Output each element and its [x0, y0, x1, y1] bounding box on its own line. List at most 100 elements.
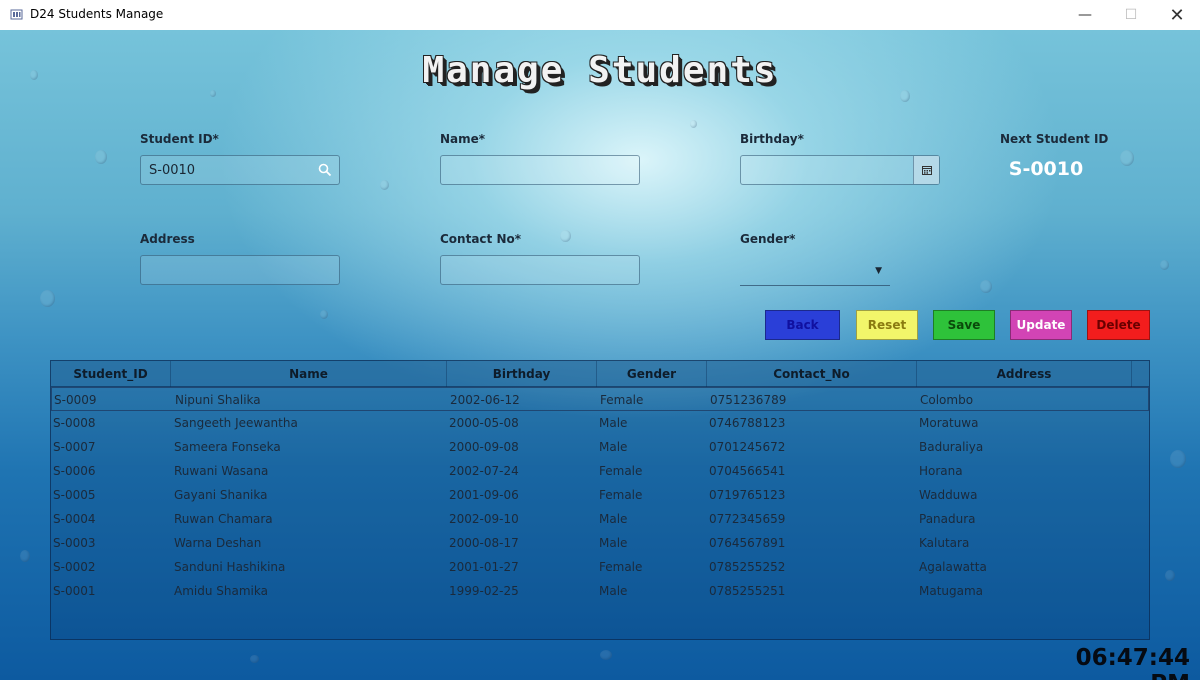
cell-student-id: S-0005: [53, 488, 96, 502]
student-id-label: Student ID*: [140, 132, 219, 146]
gender-combo[interactable]: ▼: [740, 258, 890, 286]
cell-contact-no: 0719765123: [709, 488, 786, 502]
address-field[interactable]: [140, 255, 340, 285]
cell-student-id: S-0001: [53, 584, 96, 598]
cell-name: Amidu Shamika: [174, 584, 268, 598]
column-header-gender[interactable]: Gender: [597, 361, 707, 387]
cell-name: Ruwani Wasana: [174, 464, 269, 478]
cell-gender: Female: [600, 393, 644, 407]
table-row[interactable]: S-0004 Ruwan Chamara 2002-09-10 Male 0772345…: [51, 507, 1149, 531]
save-button[interactable]: Save: [933, 310, 995, 340]
maximize-button[interactable]: ☐: [1108, 0, 1154, 30]
cell-contact-no: 0701245672: [709, 440, 786, 454]
contact-field[interactable]: [440, 255, 640, 285]
column-header-birthday[interactable]: Birthday: [447, 361, 597, 387]
cell-name: Nipuni Shalika: [175, 393, 261, 407]
cell-contact-no: 0764567891: [709, 536, 786, 550]
cell-address: Moratuwa: [919, 416, 979, 430]
cell-birthday: 1999-02-25: [449, 584, 519, 598]
cell-gender: Male: [599, 512, 628, 526]
search-icon[interactable]: [317, 162, 333, 178]
clock: 06:47:44 PM: [1075, 645, 1190, 680]
table-row[interactable]: S-0007 Sameera Fonseka 2000-09-08 Male 07012…: [51, 435, 1149, 459]
table-row[interactable]: S-0003 Warna Deshan 2000-08-17 Male 07645678…: [51, 531, 1149, 555]
birthday-field[interactable]: [740, 155, 940, 185]
student-id-value: S-0010: [149, 162, 196, 178]
column-header-name[interactable]: Name: [171, 361, 447, 387]
cell-contact-no: 0785255252: [709, 560, 786, 574]
name-label: Name*: [440, 132, 486, 146]
next-student-id-value: S-0010: [1008, 158, 1084, 180]
cell-contact-no: 0746788123: [709, 416, 786, 430]
minimize-button[interactable]: —: [1062, 0, 1108, 30]
page-title: Manage Students: [422, 50, 778, 91]
cell-birthday: 2002-06-12: [450, 393, 520, 407]
cell-gender: Female: [599, 464, 643, 478]
table-row[interactable]: S-0005 Gayani Shanika 2001-09-06 Female 0719…: [51, 483, 1149, 507]
cell-contact-no: 0751236789: [710, 393, 787, 407]
cell-birthday: 2000-05-08: [449, 416, 519, 430]
birthday-label: Birthday*: [740, 132, 804, 146]
cell-name: Ruwan Chamara: [174, 512, 273, 526]
cell-address: Kalutara: [919, 536, 970, 550]
student-id-field[interactable]: S-0010: [140, 155, 340, 185]
cell-gender: Female: [599, 488, 643, 502]
cell-birthday: 2001-09-06: [449, 488, 519, 502]
cell-birthday: 2001-01-27: [449, 560, 519, 574]
cell-name: Warna Deshan: [174, 536, 262, 550]
cell-address: Horana: [919, 464, 963, 478]
cell-address: Panadura: [919, 512, 976, 526]
reset-button[interactable]: Reset: [856, 310, 918, 340]
table-row[interactable]: S-0006 Ruwani Wasana 2002-07-24 Female 07045…: [51, 459, 1149, 483]
delete-button[interactable]: Delete: [1087, 310, 1150, 340]
close-button[interactable]: ✕: [1154, 0, 1200, 30]
next-student-id-label: Next Student ID: [1000, 132, 1109, 146]
cell-contact-no: 0704566541: [709, 464, 786, 478]
cell-gender: Male: [599, 440, 628, 454]
calendar-icon[interactable]: [913, 156, 939, 184]
table-row[interactable]: S-0002 Sanduni Hashikina 2001-01-27 Female 0…: [51, 555, 1149, 579]
cell-student-id: S-0008: [53, 416, 96, 430]
cell-address: Colombo: [920, 393, 974, 407]
table-row[interactable]: S-0008 Sangeeth Jeewantha 2000-05-08 Male 07…: [51, 411, 1149, 435]
cell-student-id: S-0004: [53, 512, 96, 526]
cell-student-id: S-0003: [53, 536, 96, 550]
column-header-contact-no[interactable]: Contact_No: [707, 361, 917, 387]
cell-birthday: 2002-07-24: [449, 464, 519, 478]
cell-student-id: S-0006: [53, 464, 96, 478]
cell-birthday: 2002-09-10: [449, 512, 519, 526]
column-header-student-id[interactable]: Student_ID: [51, 361, 171, 387]
chevron-down-icon: ▼: [875, 266, 882, 276]
cell-gender: Male: [599, 536, 628, 550]
table-header: Student_ID Name Birthday Gender Contact_…: [51, 361, 1149, 387]
contact-label: Contact No*: [440, 232, 522, 246]
cell-gender: Female: [599, 560, 643, 574]
update-button[interactable]: Update: [1010, 310, 1072, 340]
cell-contact-no: 0772345659: [709, 512, 786, 526]
cell-address: Wadduwa: [919, 488, 978, 502]
column-header-address[interactable]: Address: [917, 361, 1132, 387]
cell-name: Sangeeth Jeewantha: [174, 416, 298, 430]
address-label: Address: [140, 232, 195, 246]
cell-student-id: S-0002: [53, 560, 96, 574]
back-button[interactable]: Back: [765, 310, 840, 340]
table-row[interactable]: S-0001 Amidu Shamika 1999-02-25 Male 0785255…: [51, 579, 1149, 603]
cell-birthday: 2000-09-08: [449, 440, 519, 454]
gender-label: Gender*: [740, 232, 796, 246]
table-row[interactable]: S-0009 Nipuni Shalika 2002-06-12 Female 0751…: [51, 387, 1149, 411]
cell-gender: Male: [599, 416, 628, 430]
cell-name: Sameera Fonseka: [174, 440, 281, 454]
cell-address: Baduraliya: [919, 440, 984, 454]
cell-name: Sanduni Hashikina: [174, 560, 286, 574]
cell-contact-no: 0785255251: [709, 584, 786, 598]
cell-gender: Male: [599, 584, 628, 598]
window-title: D24 Students Manage: [30, 7, 164, 21]
cell-address: Matugama: [919, 584, 984, 598]
cell-student-id: S-0009: [54, 393, 97, 407]
cell-birthday: 2000-08-17: [449, 536, 519, 550]
name-field[interactable]: [440, 155, 640, 185]
cell-address: Agalawatta: [919, 560, 987, 574]
title-bar: D24 Students Manage — ☐ ✕: [0, 0, 1200, 30]
app-icon: [10, 9, 23, 20]
students-table[interactable]: Student_ID Name Birthday Gender Contact_…: [50, 360, 1150, 640]
